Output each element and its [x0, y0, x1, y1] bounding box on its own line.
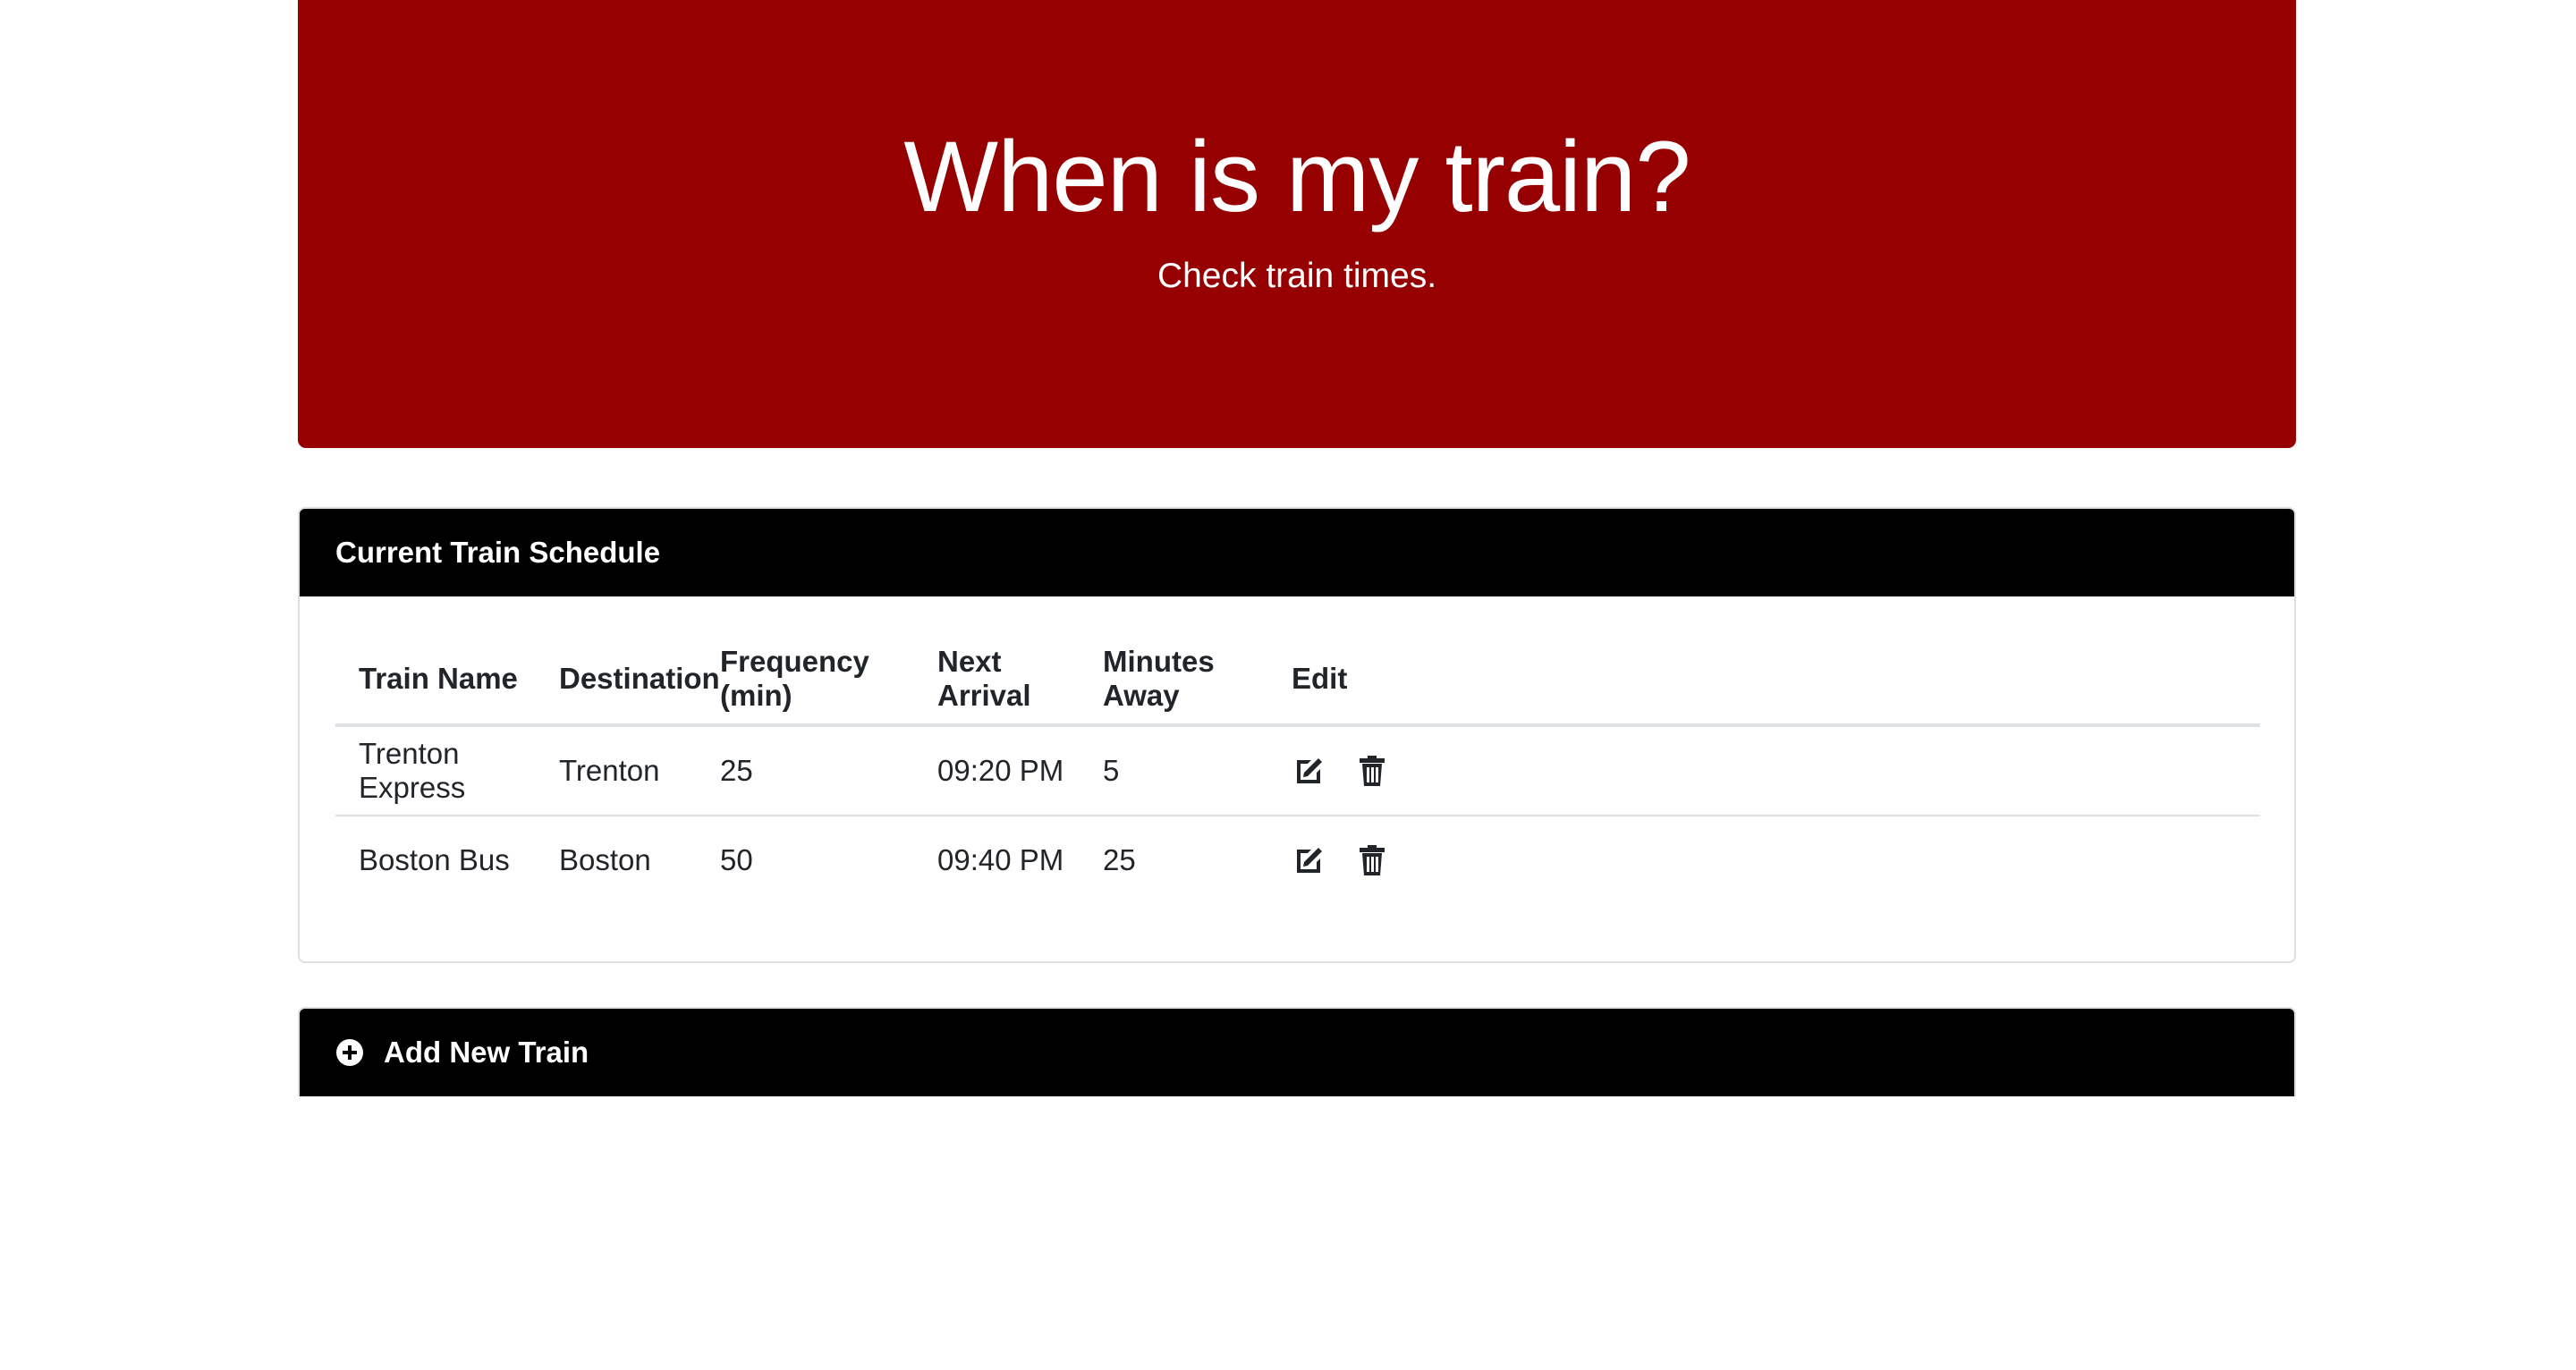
- schedule-card: Current Train Schedule Train Name Destin…: [298, 507, 2296, 963]
- column-header-minutes-away: Minutes Away: [1080, 634, 1268, 727]
- cell-edit-actions: [1268, 816, 2260, 904]
- add-train-title: Add New Train: [384, 1036, 589, 1069]
- table-row: Boston Bus Boston 50 09:40 PM 25: [335, 816, 2260, 904]
- cell-train-name: Boston Bus: [359, 843, 510, 876]
- page-title: When is my train?: [903, 121, 1690, 233]
- table-row: Trenton Express Trenton 25 09:20 PM 5: [335, 725, 2260, 816]
- cell-destination: Boston: [559, 843, 651, 876]
- column-header-destination: Destination: [536, 634, 720, 727]
- column-header-edit: Edit: [1268, 634, 2260, 727]
- cell-next-arrival: 09:20 PM: [914, 725, 1080, 816]
- page-subtitle: Check train times.: [1157, 257, 1437, 295]
- page-container: When is my train? Check train times. Cur…: [298, 0, 2296, 1096]
- trash-icon[interactable]: [1354, 753, 1390, 789]
- cell-minutes-away: 5: [1080, 725, 1268, 816]
- column-header-train-name: Train Name: [335, 634, 536, 727]
- table-header-row: Train Name Destination Frequency (min) N…: [335, 634, 2260, 727]
- trash-icon[interactable]: [1354, 842, 1390, 878]
- schedule-card-header: Current Train Schedule: [300, 509, 2294, 596]
- add-train-header[interactable]: Add New Train: [300, 1009, 2294, 1096]
- cell-train-name: Trenton Express: [335, 725, 536, 816]
- cell-edit-actions: [1268, 725, 2260, 816]
- column-header-next-arrival: Next Arrival: [914, 634, 1080, 727]
- add-train-card: Add New Train: [298, 1007, 2296, 1096]
- cell-frequency: 25: [697, 725, 914, 816]
- edit-icon[interactable]: [1292, 842, 1327, 878]
- plus-circle-icon: [335, 1038, 364, 1067]
- cell-minutes-away: 25: [1103, 843, 1136, 876]
- column-header-frequency: Frequency (min): [697, 634, 914, 727]
- cell-next-arrival: 09:40 PM: [937, 843, 1064, 876]
- jumbotron-banner: When is my train? Check train times.: [298, 0, 2296, 448]
- edit-icon[interactable]: [1292, 753, 1327, 789]
- schedule-card-title: Current Train Schedule: [335, 536, 661, 569]
- cell-destination: Trenton: [536, 725, 697, 816]
- cell-frequency: 50: [720, 843, 753, 876]
- train-schedule-table: Train Name Destination Frequency (min) N…: [335, 634, 2260, 904]
